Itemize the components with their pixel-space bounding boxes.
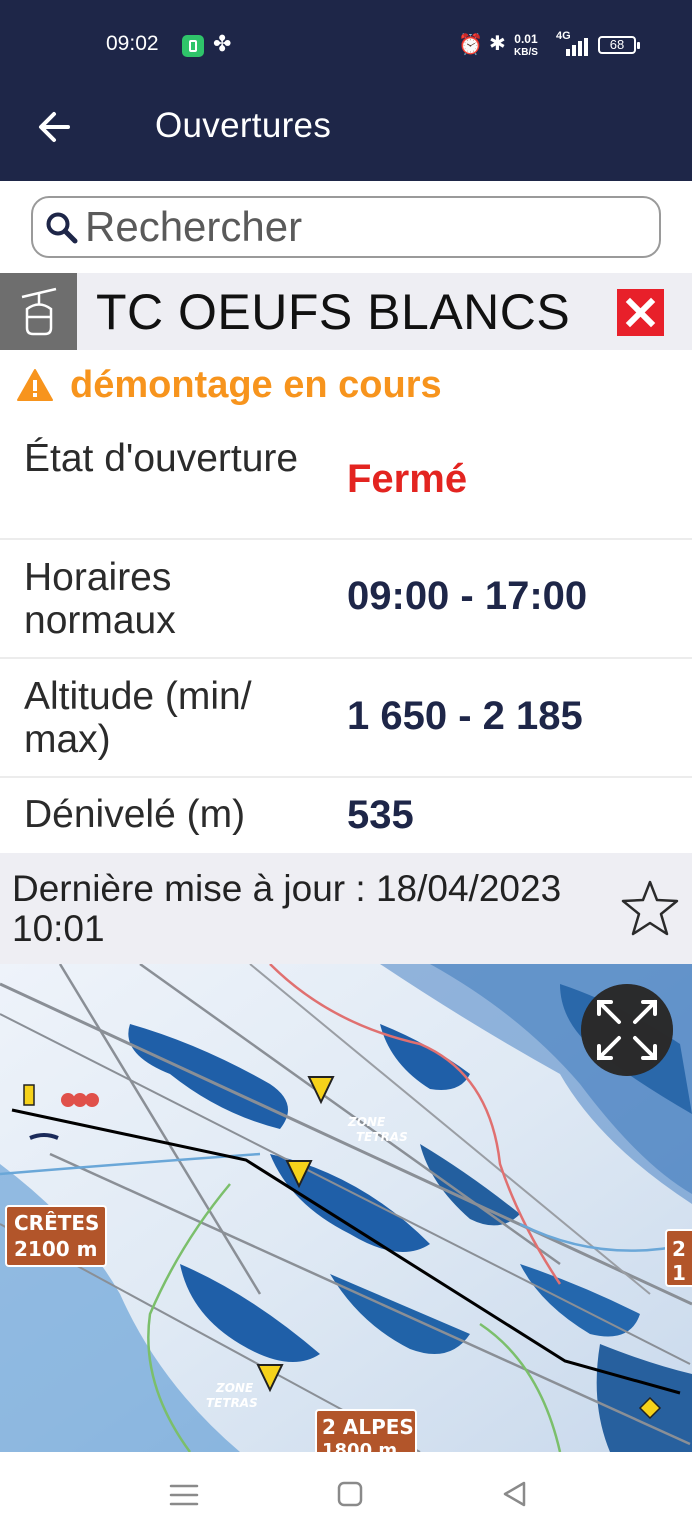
search-input[interactable]: [85, 198, 645, 256]
search-icon: [46, 212, 78, 244]
network-speed: 0.01 KB/S: [514, 33, 538, 59]
info-label: État d'ouverture: [24, 437, 299, 480]
map-label-alpes-alt: 1800 m: [322, 1440, 397, 1452]
alarm-icon: ⏰: [458, 32, 483, 56]
hours-value: 09:00 - 17:00: [347, 574, 588, 618]
info-row-status: État d'ouverture Fermé: [0, 420, 692, 540]
map-label-cretes: CRÊTES: [14, 1211, 99, 1235]
network-speed-unit: KB/S: [514, 47, 538, 58]
last-update-text: Dernière mise à jour : 18/04/2023 10:01: [12, 868, 562, 949]
back-arrow-icon[interactable]: [34, 106, 76, 148]
app-header: 09:02 ✤ ⏰ ✱ 0.01 KB/S 4G 68 Ouvertures: [0, 0, 692, 181]
map-label-zone-1b: TETRAS: [356, 1130, 408, 1144]
battery-icon: 68: [598, 36, 640, 54]
lift-type-badge: [0, 273, 77, 350]
map-label-alpes: 2 ALPES: [322, 1415, 414, 1439]
map-label-edge-1: 2: [672, 1237, 686, 1261]
bluetooth-icon: ✱: [489, 31, 506, 55]
close-icon[interactable]: [617, 289, 664, 336]
map-label-edge-2: 1: [672, 1261, 686, 1285]
last-update-bar: Dernière mise à jour : 18/04/2023 10:01: [0, 853, 692, 964]
altitude-value: 1 650 - 2 185: [347, 694, 583, 738]
home-icon[interactable]: [336, 1480, 364, 1508]
status-value: Fermé: [347, 457, 468, 501]
map-label-zone-2: ZONE: [215, 1381, 254, 1395]
page-title: Ouvertures: [155, 106, 332, 145]
recent-apps-icon[interactable]: [168, 1482, 200, 1508]
map-label-zone-1: ZONE: [347, 1115, 386, 1129]
elevation-value: 535: [347, 793, 414, 837]
nav-back-icon[interactable]: [500, 1479, 530, 1509]
info-label: Dénivelé (m): [24, 793, 246, 836]
info-row-hours: Horaires normaux 09:00 - 17:00: [0, 539, 692, 659]
search-box[interactable]: [31, 196, 661, 258]
battery-saver-icon: [182, 35, 204, 57]
info-row-altitude: Altitude (min/ max) 1 650 - 2 185: [0, 658, 692, 778]
warning-triangle-icon: [17, 369, 53, 401]
info-label: Horaires normaux: [24, 556, 176, 642]
map-label-zone-2b: TETRAS: [206, 1396, 258, 1410]
system-nav-bar: [0, 1452, 692, 1536]
signal-bars-icon: [566, 38, 588, 56]
star-outline-icon[interactable]: [620, 879, 680, 937]
gondola-icon: [21, 287, 57, 336]
network-speed-value: 0.01: [514, 32, 538, 46]
info-label: Altitude (min/ max): [24, 675, 252, 761]
signal-icon: 4G: [556, 30, 588, 56]
lift-name: TC OEUFS BLANCS: [96, 284, 571, 340]
status-time: 09:02: [106, 32, 159, 55]
warning-text: démontage en cours: [70, 364, 442, 406]
map-label-cretes-alt: 2100 m: [14, 1237, 97, 1261]
fan-icon: ✤: [213, 32, 232, 57]
info-row-elevation: Dénivelé (m) 535: [0, 777, 692, 853]
lift-header: TC OEUFS BLANCS: [0, 273, 692, 350]
expand-icon[interactable]: [581, 984, 673, 1076]
